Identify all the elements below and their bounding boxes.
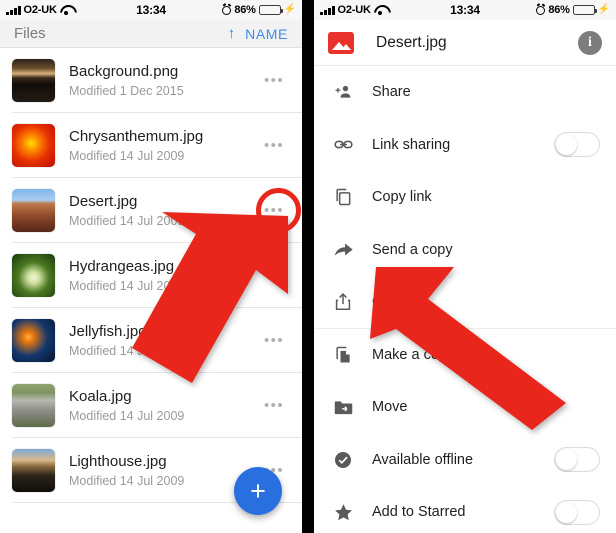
alarm-clock-icon bbox=[536, 5, 546, 15]
right-phone-screen: O2-UK 13:34 86% ⚡ Desert.jpg i Share Lin… bbox=[314, 0, 616, 533]
file-meta: Koala.jpg Modified 14 Jul 2009 bbox=[69, 388, 264, 424]
file-meta: Jellyfish.jpg Modified 14 Jul 2009 bbox=[69, 323, 264, 359]
file-list-item[interactable]: Hydrangeas.jpg Modified 14 Jul 2009 ••• bbox=[0, 243, 302, 308]
menu-item-label: Link sharing bbox=[372, 136, 451, 153]
files-nav-bar: Files ↑ NAME bbox=[0, 20, 302, 48]
file-name: Hydrangeas.jpg bbox=[69, 257, 175, 275]
file-list-item[interactable]: Chrysanthemum.jpg Modified 14 Jul 2009 •… bbox=[0, 113, 302, 178]
link-icon bbox=[330, 134, 356, 155]
more-options-icon[interactable]: ••• bbox=[264, 267, 290, 284]
left-phone-screen: O2-UK 13:34 86% ⚡ Files ↑ NAME Backgroun… bbox=[0, 0, 302, 533]
more-options-icon[interactable]: ••• bbox=[264, 397, 290, 414]
dual-screenshot-container: O2-UK 13:34 86% ⚡ Files ↑ NAME Backgroun… bbox=[0, 0, 616, 533]
file-name: Jellyfish.jpg bbox=[69, 322, 147, 340]
more-options-icon[interactable]: ••• bbox=[264, 332, 290, 349]
more-options-icon[interactable]: ••• bbox=[264, 202, 290, 219]
file-thumbnail bbox=[12, 319, 55, 362]
more-options-icon[interactable]: ••• bbox=[264, 137, 290, 154]
battery-icon bbox=[572, 5, 597, 15]
info-icon[interactable]: i bbox=[578, 30, 602, 55]
lightning-bolt-icon: ⚡ bbox=[597, 4, 610, 15]
file-thumbnail bbox=[12, 124, 55, 167]
menu-item-label: Share bbox=[372, 84, 411, 101]
file-list-item[interactable]: Jellyfish.jpg Modified 14 Jul 2009 ••• bbox=[0, 308, 302, 373]
open-in-icon bbox=[330, 292, 356, 312]
status-right-group: 86% ⚡ bbox=[536, 4, 610, 16]
status-bar-left: O2-UK 13:34 86% ⚡ bbox=[0, 0, 302, 20]
file-name: Chrysanthemum.jpg bbox=[69, 127, 204, 145]
file-name: Lighthouse.jpg bbox=[69, 452, 167, 470]
menu-item-label: Move bbox=[372, 399, 408, 416]
menu-item-link-sharing[interactable]: Link sharing bbox=[314, 119, 616, 172]
file-meta: Chrysanthemum.jpg Modified 14 Jul 2009 bbox=[69, 128, 264, 164]
status-bar-right: O2-UK 13:34 86% ⚡ bbox=[314, 0, 616, 20]
menu-item-share[interactable]: Share bbox=[314, 66, 616, 119]
file-thumbnail bbox=[12, 59, 55, 102]
status-right-group: 86% ⚡ bbox=[222, 4, 296, 16]
file-meta: Hydrangeas.jpg Modified 14 Jul 2009 bbox=[69, 258, 264, 294]
menu-item-open-in[interactable]: Open in bbox=[314, 276, 616, 329]
menu-item-move[interactable]: Move bbox=[314, 381, 616, 434]
sort-control[interactable]: ↑ NAME bbox=[228, 26, 288, 42]
file-list: Background.png Modified 1 Dec 2015 ••• C… bbox=[0, 48, 302, 503]
file-detail-header: Desert.jpg i bbox=[314, 20, 616, 66]
alarm-clock-icon bbox=[222, 5, 232, 15]
battery-percent-label: 86% bbox=[234, 4, 256, 16]
arrow-up-icon[interactable]: ↑ bbox=[228, 26, 236, 41]
lightning-bolt-icon: ⚡ bbox=[283, 4, 296, 15]
file-thumbnail bbox=[12, 449, 55, 492]
sort-name-button[interactable]: NAME bbox=[245, 26, 288, 42]
more-options-icon[interactable]: ••• bbox=[264, 72, 290, 89]
menu-item-label: Make a copy bbox=[372, 346, 455, 363]
move-folder-icon bbox=[330, 397, 356, 418]
page-title: Files bbox=[14, 25, 46, 42]
info-glyph: i bbox=[588, 34, 592, 50]
file-thumbnail bbox=[12, 254, 55, 297]
duplicate-file-icon bbox=[330, 345, 356, 365]
plus-icon: + bbox=[250, 475, 266, 506]
menu-item-label: Add to Starred bbox=[372, 504, 466, 521]
offline-check-icon bbox=[330, 450, 356, 470]
link-sharing-toggle[interactable] bbox=[554, 132, 600, 158]
panel-divider bbox=[302, 0, 314, 533]
file-name: Background.png bbox=[69, 62, 179, 80]
menu-item-send-a-copy[interactable]: Send a copy bbox=[314, 224, 616, 277]
file-list-item-desert[interactable]: Desert.jpg Modified 14 Jul 2009 ••• bbox=[0, 178, 302, 243]
file-name: Koala.jpg bbox=[69, 387, 132, 405]
menu-item-add-to-starred[interactable]: Add to Starred bbox=[314, 486, 616, 533]
add-person-icon bbox=[330, 83, 356, 102]
file-modified: Modified 14 Jul 2009 bbox=[69, 344, 185, 359]
image-file-icon bbox=[328, 31, 354, 54]
file-meta: Desert.jpg Modified 14 Jul 2009 bbox=[69, 193, 264, 229]
file-meta: Background.png Modified 1 Dec 2015 bbox=[69, 63, 264, 99]
copy-icon bbox=[330, 187, 356, 207]
menu-item-label: Copy link bbox=[372, 189, 432, 206]
file-list-item[interactable]: Koala.jpg Modified 14 Jul 2009 ••• bbox=[0, 373, 302, 438]
file-thumbnail bbox=[12, 189, 55, 232]
battery-percent-label: 86% bbox=[548, 4, 570, 16]
menu-item-available-offline[interactable]: Available offline bbox=[314, 434, 616, 487]
menu-item-label: Available offline bbox=[372, 451, 474, 468]
file-modified: Modified 14 Jul 2009 bbox=[69, 279, 185, 294]
add-to-starred-toggle[interactable] bbox=[554, 499, 600, 525]
detail-file-name: Desert.jpg bbox=[376, 33, 447, 51]
menu-item-make-a-copy[interactable]: Make a copy bbox=[314, 329, 616, 382]
file-list-item[interactable]: Background.png Modified 1 Dec 2015 ••• bbox=[0, 48, 302, 113]
file-name: Desert.jpg bbox=[69, 192, 138, 210]
file-thumbnail bbox=[12, 384, 55, 427]
share-arrow-icon bbox=[330, 239, 356, 260]
file-modified: Modified 14 Jul 2009 bbox=[69, 214, 185, 229]
add-file-fab[interactable]: + bbox=[234, 467, 282, 515]
star-icon bbox=[330, 502, 356, 523]
menu-item-label: Open in bbox=[372, 294, 423, 311]
menu-item-label: Send a copy bbox=[372, 241, 453, 258]
battery-icon bbox=[258, 5, 283, 15]
menu-item-copy-link[interactable]: Copy link bbox=[314, 171, 616, 224]
available-offline-toggle[interactable] bbox=[554, 447, 600, 473]
file-modified: Modified 14 Jul 2009 bbox=[69, 409, 185, 424]
file-action-menu: Share Link sharing Copy link Send a copy… bbox=[314, 66, 616, 533]
file-modified: Modified 1 Dec 2015 bbox=[69, 84, 184, 99]
file-modified: Modified 14 Jul 2009 bbox=[69, 149, 185, 164]
